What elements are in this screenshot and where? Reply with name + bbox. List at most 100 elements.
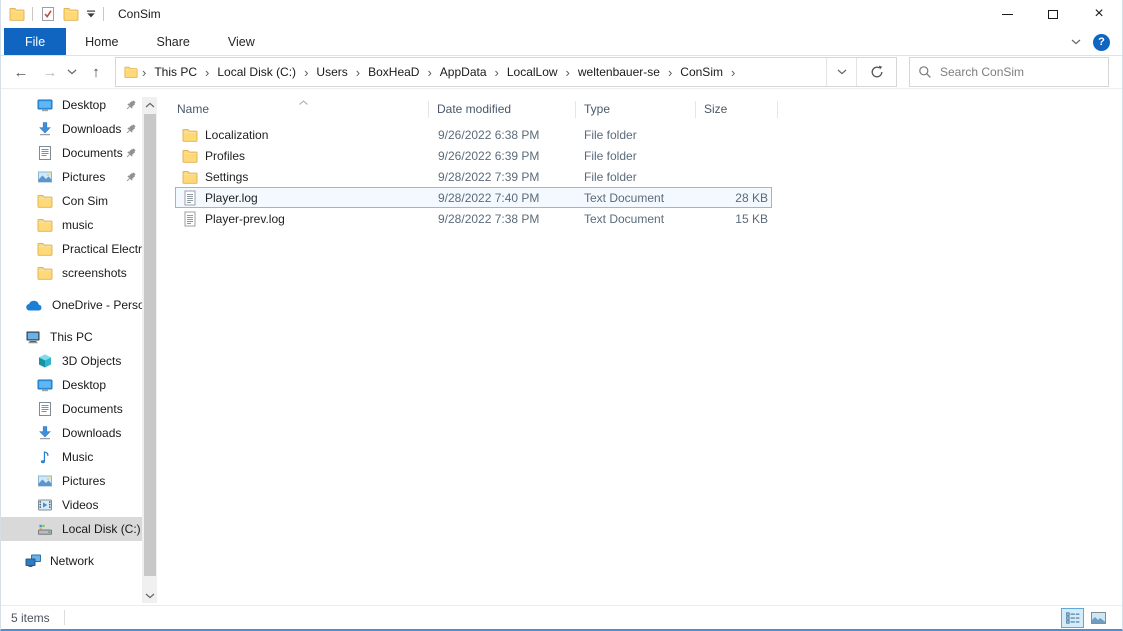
tab-view[interactable]: View: [209, 28, 274, 55]
sidebar-item-onedrive-personal[interactable]: OneDrive - Personal: [1, 293, 142, 317]
expand-ribbon-chevron-icon[interactable]: [1071, 39, 1081, 45]
pictures-icon: [37, 169, 53, 185]
file-name-cell: Player.log: [176, 190, 429, 206]
sidebar-item-3d-objects[interactable]: 3D Objects: [1, 349, 142, 373]
sidebar-item-pictures[interactable]: Pictures: [1, 165, 142, 189]
breadcrumb-separator-icon: ›: [667, 64, 673, 80]
sidebar-item-documents[interactable]: Documents: [1, 141, 142, 165]
size-cell: 15 KB: [735, 211, 768, 226]
recent-locations-chevron-icon[interactable]: [63, 57, 81, 87]
sidebar-section-gap: [1, 317, 142, 325]
address-dropdown-chevron-icon[interactable]: [826, 58, 856, 86]
help-button[interactable]: ?: [1093, 33, 1110, 51]
sidebar-item-label: Pictures: [62, 170, 106, 184]
file-row-localization[interactable]: Localization 9/26/2022 6:38 PM File folder: [175, 124, 772, 145]
close-icon: ×: [1094, 5, 1104, 22]
breadcrumb-item-users[interactable]: Users: [310, 65, 353, 79]
sidebar-item-desktop[interactable]: Desktop: [1, 93, 142, 117]
maximize-button[interactable]: [1030, 0, 1076, 28]
date-modified-cell: 9/26/2022 6:39 PM: [438, 148, 540, 163]
sidebar-section-gap: [1, 285, 142, 293]
sidebar-item-music[interactable]: Music: [1, 445, 142, 469]
sidebar-item-desktop[interactable]: Desktop: [1, 373, 142, 397]
properties-check-icon[interactable]: [40, 6, 56, 22]
breadcrumb-item-this-pc[interactable]: This PC: [148, 65, 203, 79]
breadcrumb-separator-icon: ›: [730, 64, 736, 80]
sidebar-section-gap: [1, 541, 142, 549]
sidebar-item-label: Desktop: [62, 98, 107, 112]
forward-button[interactable]: →: [37, 57, 63, 87]
thumbnails-view-button[interactable]: [1087, 608, 1110, 628]
file-row-profiles[interactable]: Profiles 9/26/2022 6:39 PM File folder: [175, 145, 772, 166]
minimize-button[interactable]: [984, 0, 1030, 28]
sidebar-item-screenshots[interactable]: screenshots: [1, 261, 142, 285]
sidebar-item-downloads[interactable]: Downloads: [1, 117, 142, 141]
sidebar-item-label: Pictures: [62, 474, 106, 488]
sidebar-item-documents[interactable]: Documents: [1, 397, 142, 421]
titlebar: ConSim ×: [1, 0, 1122, 28]
sidebar-item-label: Desktop: [62, 378, 107, 392]
separator: [63, 610, 65, 625]
sidebar-item-network[interactable]: Network: [1, 549, 142, 573]
documents-icon: [37, 145, 53, 161]
type-cell: File folder: [584, 148, 637, 163]
separator: [103, 7, 104, 21]
close-button[interactable]: ×: [1076, 0, 1122, 28]
sidebar-item-pictures[interactable]: Pictures: [1, 469, 142, 493]
column-header-size[interactable]: Size: [696, 100, 778, 118]
minimize-icon: [1001, 13, 1013, 15]
file-row-settings[interactable]: Settings 9/28/2022 7:39 PM File folder: [175, 166, 772, 187]
downloads-icon: [37, 425, 53, 441]
type-cell: File folder: [584, 127, 637, 142]
breadcrumb-item-local-disk-c[interactable]: Local Disk (C:): [211, 65, 302, 79]
details-view-button[interactable]: [1061, 607, 1084, 628]
tab-share[interactable]: Share: [138, 28, 209, 55]
file-name-cell: Settings: [176, 169, 429, 185]
scroll-up-arrow-icon[interactable]: [142, 97, 157, 112]
quick-access-toolbar: [9, 6, 104, 22]
sidebar-item-con-sim[interactable]: Con Sim: [1, 189, 142, 213]
type-cell: File folder: [584, 169, 637, 184]
scroll-down-arrow-icon[interactable]: [142, 588, 157, 603]
column-header-date-modified[interactable]: Date modified: [429, 100, 576, 118]
tab-file[interactable]: File: [4, 28, 67, 55]
breadcrumb-item-weltenbauer-se[interactable]: weltenbauer-se: [572, 65, 666, 79]
sidebar-item-music[interactable]: music: [1, 213, 142, 237]
search-input[interactable]: [940, 65, 1100, 79]
sidebar-item-practical-electronics[interactable]: Practical Electronics: [1, 237, 142, 261]
address-bar[interactable]: › This PC › Local Disk (C:) › Users › BoxHeaD › A…: [115, 57, 897, 87]
sidebar-item-videos[interactable]: Videos: [1, 493, 142, 517]
column-header-type[interactable]: Type: [576, 100, 696, 118]
tab-home[interactable]: Home: [66, 28, 137, 55]
search-box[interactable]: [909, 57, 1109, 87]
sidebar-item-label: Practical Electronics: [62, 242, 142, 256]
breadcrumb-separator-icon: ›: [142, 64, 147, 80]
breadcrumb-item-boxhead[interactable]: BoxHeaD: [362, 65, 425, 79]
main-area: Desktop Downloads Documents Pictures Con Sim…: [1, 89, 1122, 605]
thumbnails-view-icon: [1091, 611, 1106, 624]
breadcrumb-item-appdata[interactable]: AppData: [434, 65, 493, 79]
sidebar-item-downloads[interactable]: Downloads: [1, 421, 142, 445]
scrollbar-thumb[interactable]: [143, 114, 156, 576]
folder-icon: [182, 169, 198, 185]
sidebar-item-local-disk-c[interactable]: Local Disk (C:): [1, 517, 142, 541]
breadcrumb-item-consim[interactable]: ConSim: [674, 65, 729, 79]
sidebar-item-label: Videos: [62, 498, 99, 512]
customize-qat-chevron-icon[interactable]: [86, 10, 96, 18]
sidebar-item-this-pc[interactable]: This PC: [1, 325, 142, 349]
navigation-bar: ← → ↑ › This PC › Local Disk (C:) › Users › Box…: [1, 56, 1122, 89]
back-button[interactable]: ←: [5, 57, 37, 87]
new-folder-icon[interactable]: [63, 6, 79, 22]
refresh-button[interactable]: [856, 58, 896, 86]
sort-ascending-icon: [299, 93, 308, 110]
folder-icon: [37, 193, 53, 209]
column-header-name[interactable]: Name: [175, 99, 429, 118]
thispc-icon: [25, 329, 41, 345]
date-modified-cell: 9/28/2022 7:39 PM: [438, 169, 540, 184]
pin-icon: [124, 123, 142, 136]
file-row-player-prev-log[interactable]: Player-prev.log 9/28/2022 7:38 PM Text Doc…: [175, 208, 772, 229]
up-button[interactable]: ↑: [81, 57, 111, 87]
sidebar-scrollbar[interactable]: [142, 97, 157, 603]
file-row-player-log[interactable]: Player.log 9/28/2022 7:40 PM Text Document…: [175, 187, 772, 208]
breadcrumb-item-locallow[interactable]: LocalLow: [501, 65, 564, 79]
